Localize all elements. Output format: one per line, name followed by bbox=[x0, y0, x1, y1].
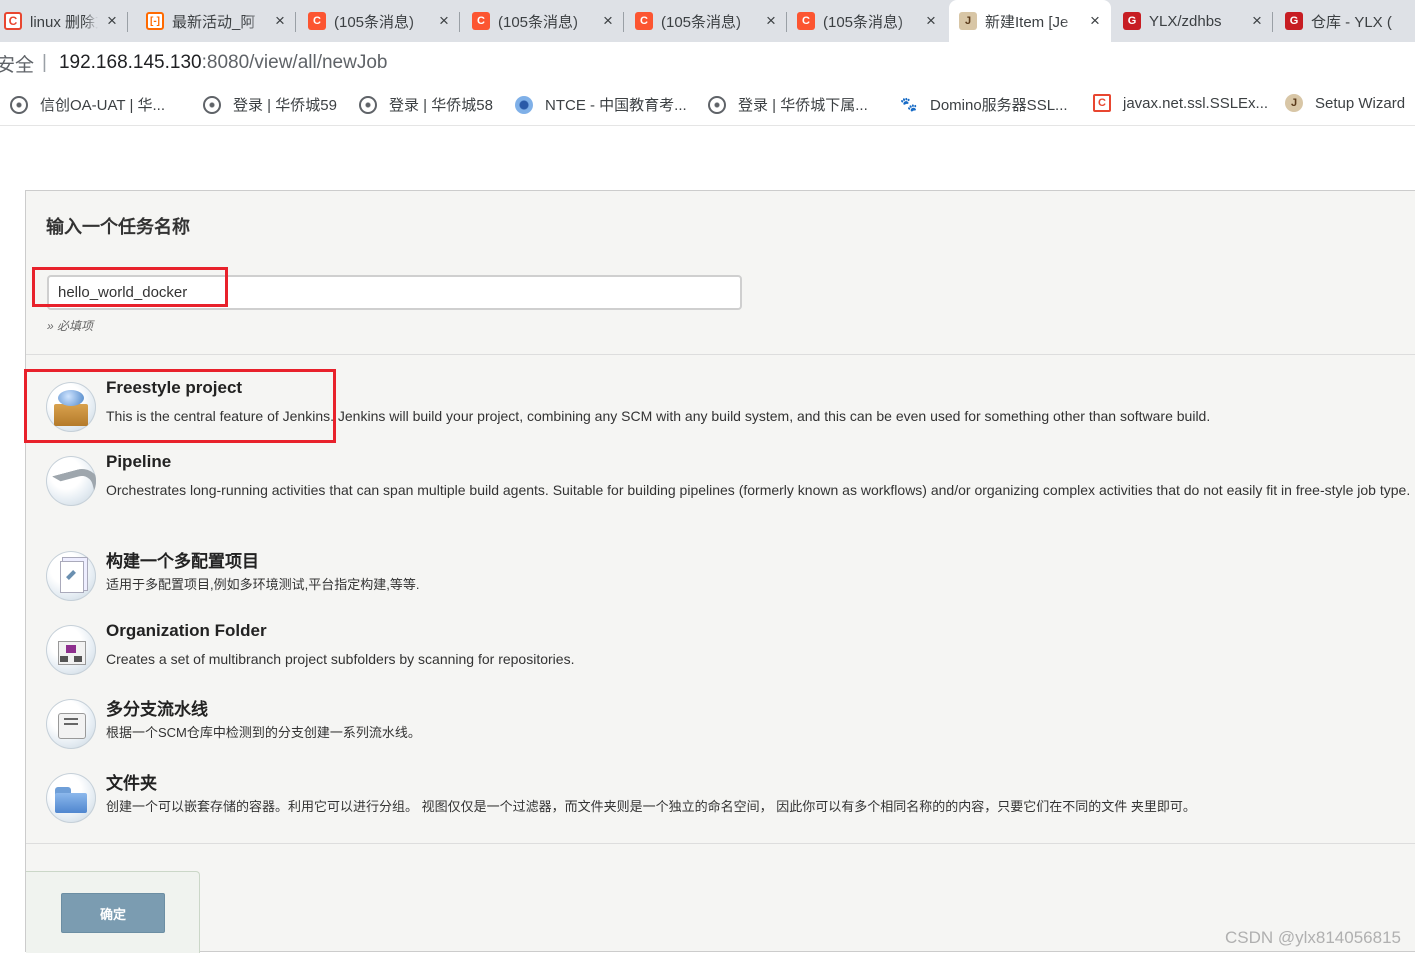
organization-folder-icon bbox=[46, 625, 96, 675]
browser-tab[interactable]: [-] 最新活动_阿 × bbox=[136, 0, 296, 42]
browser-tab[interactable]: C (105条消息) × bbox=[298, 0, 460, 42]
aliyun-icon: [-] bbox=[146, 12, 164, 30]
tab-title: (105条消息) bbox=[498, 13, 579, 31]
ok-button[interactable]: 确定 bbox=[61, 893, 165, 933]
item-type-description: Creates a set of multibranch project sub… bbox=[106, 651, 575, 667]
tab-title: (105条消息) bbox=[334, 13, 415, 31]
item-type-organization-folder[interactable]: Organization Folder Creates a set of mul… bbox=[46, 621, 1415, 681]
bookmark-label: 登录 | 华侨城58 bbox=[389, 97, 493, 114]
browser-tab[interactable]: G YLX/zdhbs × bbox=[1113, 0, 1273, 42]
item-type-description: 适用于多配置项目,例如多环境测试,平台指定构建,等等. bbox=[106, 577, 420, 592]
browser-tab-active[interactable]: J 新建Item [Je × bbox=[949, 0, 1111, 42]
ntce-icon bbox=[515, 95, 533, 114]
multibranch-icon bbox=[46, 699, 96, 749]
item-type-description: 创建一个可以嵌套存储的容器。利用它可以进行分组。 视图仅仅是一个过滤器，而文件夹… bbox=[106, 799, 1196, 814]
bookmark-item[interactable]: 登录 | 华侨城下属... bbox=[708, 94, 868, 115]
globe-icon bbox=[10, 95, 28, 114]
close-tab-icon[interactable]: × bbox=[1249, 11, 1265, 31]
bookmark-label: 登录 | 华侨城下属... bbox=[738, 97, 868, 114]
required-hint: » 必填项 bbox=[47, 319, 94, 333]
address-bar[interactable]: 安全 | 192.168.145.130:8080/view/all/newJo… bbox=[0, 42, 1415, 84]
highlight-box-name bbox=[32, 267, 228, 307]
bookmark-label: Setup Wizard bbox=[1315, 94, 1406, 112]
security-indicator[interactable]: 安全 bbox=[0, 50, 34, 77]
close-tab-icon[interactable]: × bbox=[923, 11, 939, 31]
tab-title: 最新活动_阿 bbox=[172, 13, 256, 31]
tab-title: (105条消息) bbox=[823, 13, 904, 31]
tab-title: linux 删除文 bbox=[30, 13, 98, 31]
item-type-name: 多分支流水线 bbox=[106, 700, 208, 719]
close-tab-icon[interactable]: × bbox=[436, 11, 452, 31]
csdn-icon: C bbox=[797, 12, 815, 30]
bottom-sticker: 确定 bbox=[26, 871, 200, 953]
item-type-name: 构建一个多配置项目 bbox=[106, 552, 259, 571]
browser-tab[interactable]: C (105条消息) × bbox=[787, 0, 947, 42]
item-type-name: 文件夹 bbox=[106, 774, 157, 793]
globe-icon bbox=[203, 95, 221, 114]
browser-tab[interactable]: C linux 删除文 × bbox=[0, 0, 128, 42]
bookmarks-bar: 信创OA-UAT | 华... 登录 | 华侨城59 登录 | 华侨城58 NT… bbox=[0, 84, 1415, 126]
item-type-pipeline[interactable]: Pipeline Orchestrates long-running activ… bbox=[46, 452, 1415, 532]
browser-tab[interactable]: G 仓库 - YLX ( bbox=[1275, 0, 1415, 42]
page-title: 输入一个任务名称 bbox=[46, 217, 190, 237]
globe-icon bbox=[708, 95, 726, 114]
bookmark-item[interactable]: NTCE - 中国教育考... bbox=[515, 94, 687, 115]
csdn-icon: C bbox=[4, 12, 22, 30]
baidu-icon: 🐾 bbox=[900, 96, 918, 112]
browser-tab[interactable]: C (105条消息) × bbox=[625, 0, 787, 42]
bookmark-item[interactable]: C javax.net.ssl.SSLEx... bbox=[1093, 94, 1268, 112]
globe-icon bbox=[359, 95, 377, 114]
csdn-icon: C bbox=[635, 12, 653, 30]
close-tab-icon[interactable]: × bbox=[600, 11, 616, 31]
highlight-box-freestyle bbox=[24, 369, 336, 443]
tab-title: YLX/zdhbs bbox=[1149, 12, 1222, 30]
close-tab-icon[interactable]: × bbox=[763, 11, 779, 31]
folder-icon bbox=[46, 773, 96, 823]
item-type-name: Pipeline bbox=[106, 452, 172, 471]
bookmark-item[interactable]: 登录 | 华侨城58 bbox=[359, 94, 493, 115]
bookmark-label: javax.net.ssl.SSLEx... bbox=[1123, 94, 1269, 112]
multi-config-icon bbox=[46, 551, 96, 601]
close-tab-icon[interactable]: × bbox=[1087, 11, 1103, 31]
tab-strip: C linux 删除文 × [-] 最新活动_阿 × C (105条消息) × … bbox=[0, 0, 1415, 42]
item-type-folder[interactable]: 文件夹 创建一个可以嵌套存储的容器。利用它可以进行分组。 视图仅仅是一个过滤器，… bbox=[46, 769, 1415, 829]
gitee-icon: G bbox=[1123, 12, 1141, 30]
bookmark-label: 信创OA-UAT | 华... bbox=[40, 97, 166, 114]
close-tab-icon[interactable]: × bbox=[272, 11, 288, 31]
bookmark-label: NTCE - 中国教育考... bbox=[545, 97, 687, 114]
jenkins-icon: J bbox=[1285, 94, 1303, 112]
gitee-icon: G bbox=[1285, 12, 1303, 30]
csdn-icon: C bbox=[472, 12, 490, 30]
bookmark-item[interactable]: 🐾 Domino服务器SSL... bbox=[900, 94, 1068, 115]
csdn-icon: C bbox=[308, 12, 326, 30]
csdn-icon: C bbox=[1093, 94, 1111, 112]
divider bbox=[26, 843, 1415, 844]
watermark: CSDN @ylx814056815 bbox=[1224, 928, 1401, 947]
bookmark-item[interactable]: 登录 | 华侨城59 bbox=[203, 94, 337, 115]
url-host: 192.168.145.130 bbox=[58, 52, 202, 73]
pipeline-icon bbox=[46, 456, 96, 506]
item-type-multi-config[interactable]: 构建一个多配置项目 适用于多配置项目,例如多环境测试,平台指定构建,等等. bbox=[46, 547, 1415, 607]
item-type-name: Organization Folder bbox=[106, 621, 267, 640]
item-type-description: Orchestrates long-running activities tha… bbox=[106, 482, 1411, 498]
bookmark-item[interactable]: J Setup Wizard bbox=[1285, 94, 1405, 112]
browser-tab[interactable]: C (105条消息) × bbox=[462, 0, 624, 42]
bookmark-label: Domino服务器SSL... bbox=[930, 97, 1068, 114]
jenkins-icon: J bbox=[959, 12, 977, 30]
item-type-description: 根据一个SCM仓库中检测到的分支创建一系列流水线。 bbox=[106, 725, 421, 740]
bookmark-item[interactable]: 信创OA-UAT | 华... bbox=[10, 94, 165, 115]
tab-title: 仓库 - YLX ( bbox=[1311, 13, 1392, 31]
tab-title: (105条消息) bbox=[661, 13, 742, 31]
address-separator: | bbox=[42, 52, 47, 73]
new-item-panel: 输入一个任务名称 » 必填项 Freestyle project This is… bbox=[24, 190, 1415, 953]
tab-title: 新建Item [Je bbox=[985, 13, 1069, 31]
url-path: :8080/view/all/newJob bbox=[201, 52, 388, 73]
item-type-multibranch[interactable]: 多分支流水线 根据一个SCM仓库中检测到的分支创建一系列流水线。 bbox=[46, 695, 1415, 755]
close-tab-icon[interactable]: × bbox=[104, 11, 120, 31]
bookmark-label: 登录 | 华侨城59 bbox=[233, 97, 337, 114]
divider bbox=[26, 354, 1415, 355]
